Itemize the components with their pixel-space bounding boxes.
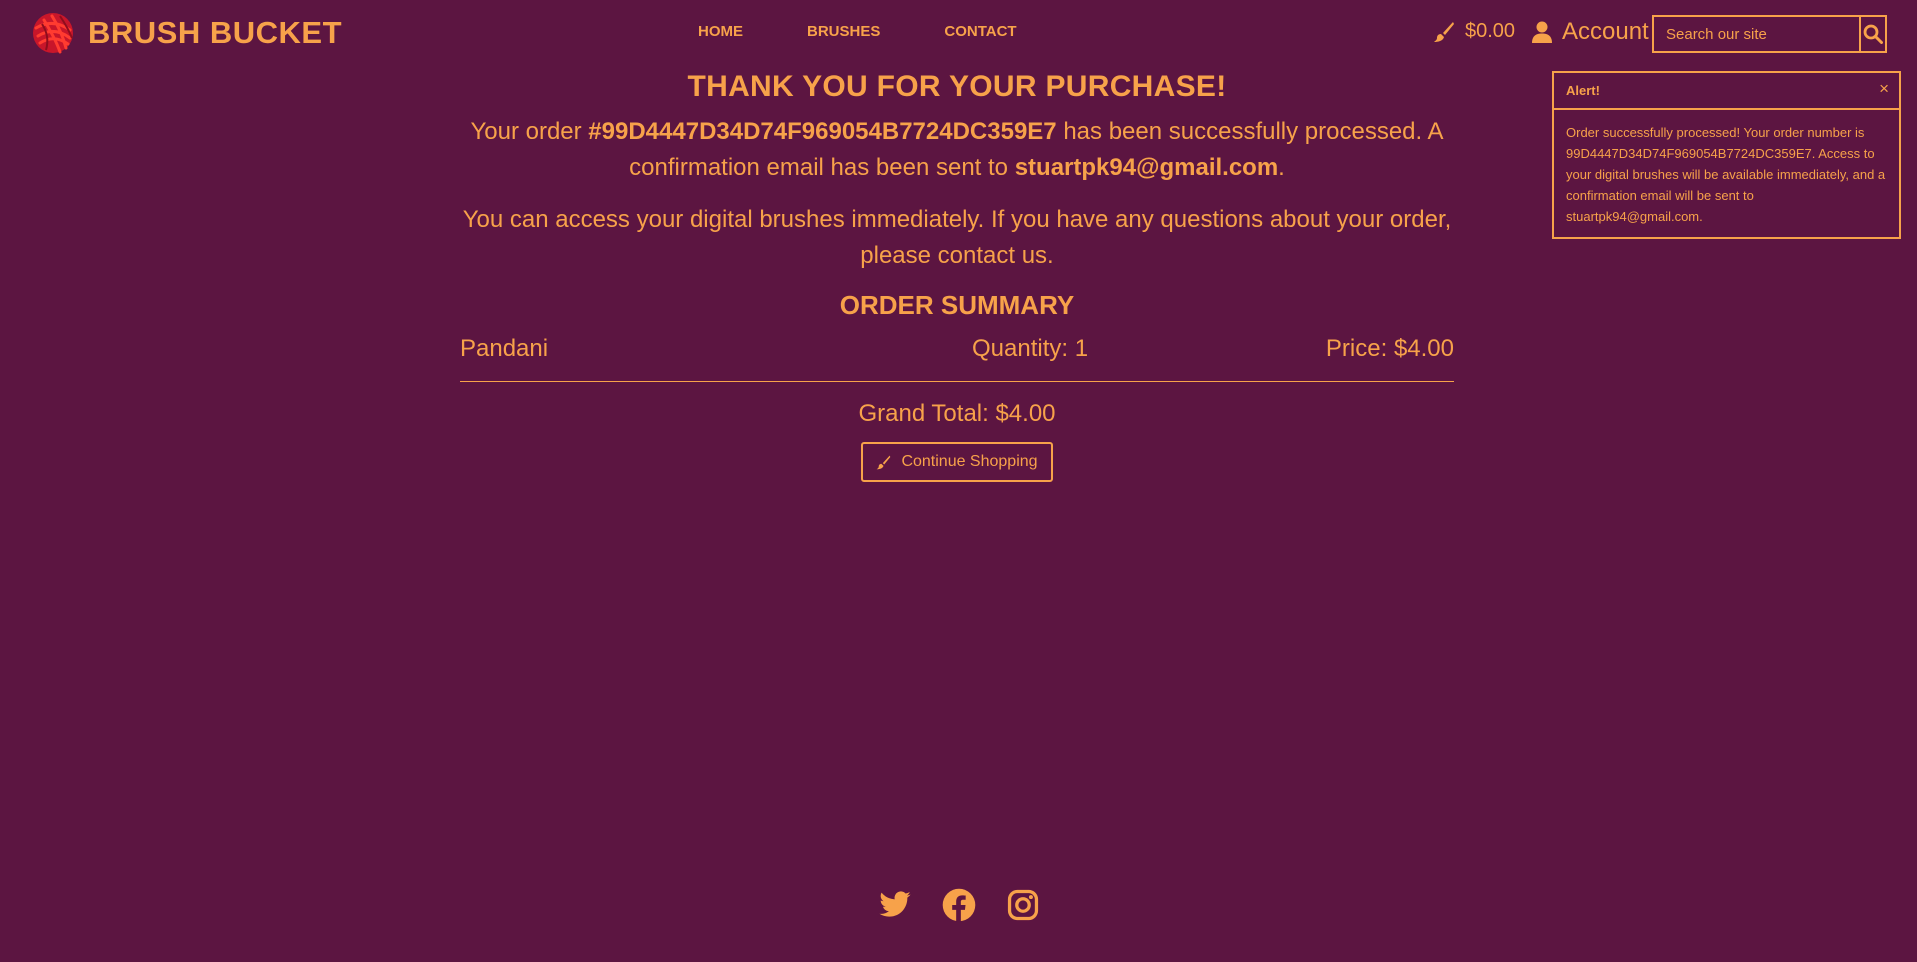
brand-name: BRUSH BUCKET xyxy=(88,15,342,50)
item-name: Pandani xyxy=(460,335,549,362)
footer-social-links xyxy=(878,888,1040,922)
nav-contact[interactable]: CONTACT xyxy=(944,23,1016,40)
continue-shopping-label: Continue Shopping xyxy=(901,453,1038,470)
facebook-icon xyxy=(942,888,976,922)
instagram-icon xyxy=(1007,889,1039,921)
twitter-icon xyxy=(879,891,911,917)
cart-link[interactable]: $0.00 xyxy=(1433,20,1515,43)
order-item-row: Pandani Quantity: 1 Price: $4.00 xyxy=(460,331,1454,382)
navbar: BRUSH BUCKET HOME BRUSHES CONTACT $0.00 … xyxy=(0,0,1917,68)
brand-link[interactable]: BRUSH BUCKET xyxy=(30,10,342,56)
checkout-success: THANK YOU FOR YOUR PURCHASE! Your order … xyxy=(460,68,1454,482)
paintbrush-icon xyxy=(1434,21,1454,42)
paintbrush-icon xyxy=(877,455,891,469)
order-prefix: Your order xyxy=(470,118,589,145)
order-number: #99D4447D34D74F969054B7724DC359E7 xyxy=(588,118,1057,145)
alert-header: Alert! × xyxy=(1554,73,1899,110)
alert-message: Order successfully processed! Your order… xyxy=(1566,125,1886,224)
order-confirmation-text: Your order #99D4447D34D74F969054B7724DC3… xyxy=(460,114,1454,186)
order-summary-title: ORDER SUMMARY xyxy=(839,290,1075,320)
instagram-link[interactable] xyxy=(1006,888,1040,922)
twitter-link[interactable] xyxy=(878,888,912,922)
account-link[interactable]: Account xyxy=(1532,18,1649,46)
nav-home[interactable]: HOME xyxy=(698,23,743,40)
item-price: Price: $4.00 xyxy=(1325,335,1454,362)
nav-brushes[interactable]: BRUSHES xyxy=(807,23,880,40)
alert-toast: Alert! × Order successfully processed! Y… xyxy=(1552,71,1901,239)
user-icon xyxy=(1532,21,1552,43)
alert-title: Alert! xyxy=(1566,83,1600,98)
search-button[interactable] xyxy=(1859,15,1887,53)
facebook-link[interactable] xyxy=(942,888,976,922)
search-input[interactable] xyxy=(1652,15,1859,53)
account-label: Account xyxy=(1562,18,1649,45)
page-title: THANK YOU FOR YOUR PURCHASE! xyxy=(687,70,1227,103)
access-text: You can access your digital brushes imme… xyxy=(462,206,1452,269)
search-form xyxy=(1652,15,1887,53)
main-nav: HOME BRUSHES CONTACT xyxy=(698,23,1081,40)
magnifier-icon xyxy=(1863,24,1883,44)
brush-splatter-logo-icon xyxy=(33,13,73,54)
item-quantity: Quantity: 1 xyxy=(972,335,1089,362)
alert-close-button[interactable]: × xyxy=(1879,80,1889,97)
grand-total: Grand Total: $4.00 xyxy=(858,400,1056,427)
order-suffix: . xyxy=(1278,154,1285,181)
continue-shopping-button[interactable]: Continue Shopping xyxy=(861,442,1053,482)
cart-total: $0.00 xyxy=(1465,20,1516,42)
order-email: stuartpk94@gmail.com xyxy=(1014,154,1279,181)
